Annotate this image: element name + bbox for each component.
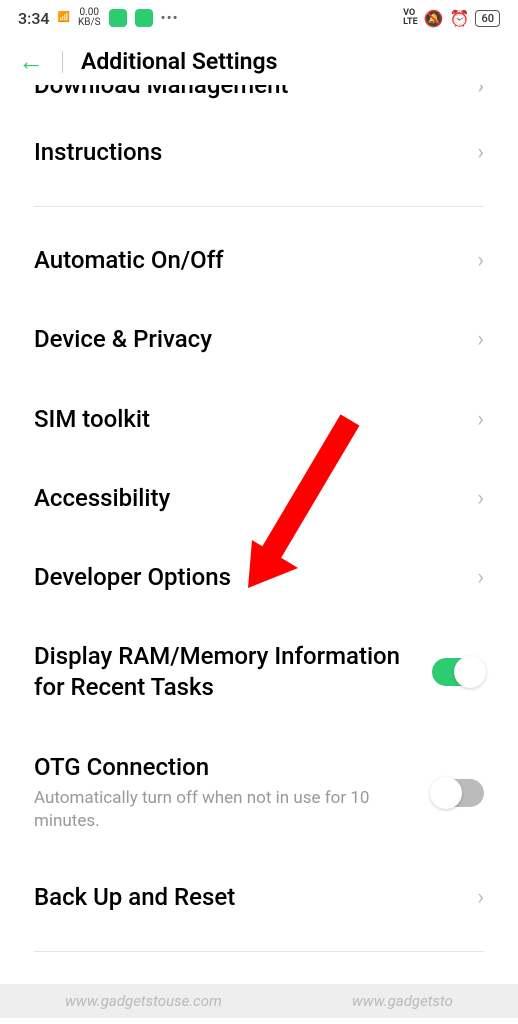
- list-item-backup-reset[interactable]: Back Up and Reset ›: [34, 858, 484, 937]
- more-icon: •••: [161, 9, 179, 27]
- app-icon-2: [135, 9, 153, 27]
- chevron-right-icon: ›: [477, 85, 484, 99]
- list-label: Instructions: [34, 137, 162, 168]
- watermark-left: www.gadgetstouse.com: [65, 992, 222, 1010]
- status-time: 3:34: [18, 9, 50, 28]
- settings-list: Download Management › Instructions › Aut…: [0, 85, 518, 937]
- list-label: Accessibility: [34, 483, 170, 514]
- list-item-sim-toolkit[interactable]: SIM toolkit ›: [34, 380, 484, 459]
- status-left: 3:34 📶 0.00 KB/S •••: [18, 8, 179, 28]
- header-divider: [62, 51, 63, 73]
- status-bar: 3:34 📶 0.00 KB/S ••• VOLTE 🔕 ⏰ 60: [0, 0, 518, 36]
- volte-icon: VOLTE: [403, 9, 418, 27]
- list-sublabel: Automatically turn off when not in use f…: [34, 787, 420, 835]
- list-item-device-privacy[interactable]: Device & Privacy ›: [34, 300, 484, 379]
- list-label: Back Up and Reset: [34, 882, 235, 913]
- chevron-right-icon: ›: [477, 407, 484, 432]
- watermark-right: www.gadgetsto: [352, 992, 453, 1010]
- chevron-right-icon: ›: [477, 140, 484, 165]
- header: ← Additional Settings: [0, 36, 518, 91]
- chevron-right-icon: ›: [477, 248, 484, 273]
- toggle-otg[interactable]: [432, 779, 484, 807]
- chevron-right-icon: ›: [477, 885, 484, 910]
- toggle-display-ram[interactable]: [432, 658, 484, 686]
- list-item-auto-onoff[interactable]: Automatic On/Off ›: [34, 221, 484, 300]
- back-button[interactable]: ←: [18, 46, 44, 77]
- list-label: Developer Options: [34, 562, 231, 593]
- signal-icon: 📶: [58, 13, 70, 23]
- app-icon-1: [109, 9, 127, 27]
- page-title: Additional Settings: [81, 48, 277, 75]
- status-right: VOLTE 🔕 ⏰ 60: [403, 9, 500, 28]
- list-label: Device & Privacy: [34, 324, 212, 355]
- chevron-right-icon: ›: [477, 565, 484, 590]
- mute-icon: 🔕: [424, 9, 444, 28]
- list-label: SIM toolkit: [34, 404, 150, 435]
- list-item-accessibility[interactable]: Accessibility ›: [34, 459, 484, 538]
- list-label: Display RAM/Memory Information for Recen…: [34, 641, 420, 703]
- list-item-otg[interactable]: OTG Connection Automatically turn off wh…: [34, 728, 484, 859]
- list-label: OTG Connection: [34, 752, 420, 783]
- list-label: Automatic On/Off: [34, 245, 224, 276]
- divider: [34, 206, 484, 207]
- watermark: www.gadgetstouse.com www.gadgetsto: [0, 984, 518, 1018]
- alarm-icon: ⏰: [450, 9, 470, 28]
- list-label: Download Management: [34, 85, 288, 102]
- list-item-download-management[interactable]: Download Management ›: [34, 85, 484, 113]
- list-item-instructions[interactable]: Instructions ›: [34, 113, 484, 192]
- chevron-right-icon: ›: [477, 486, 484, 511]
- network-speed: 0.00 KB/S: [78, 8, 101, 28]
- list-item-developer-options[interactable]: Developer Options ›: [34, 538, 484, 617]
- list-item-display-ram[interactable]: Display RAM/Memory Information for Recen…: [34, 617, 484, 727]
- chevron-right-icon: ›: [477, 327, 484, 352]
- battery-icon: 60: [475, 10, 500, 27]
- divider: [34, 951, 484, 952]
